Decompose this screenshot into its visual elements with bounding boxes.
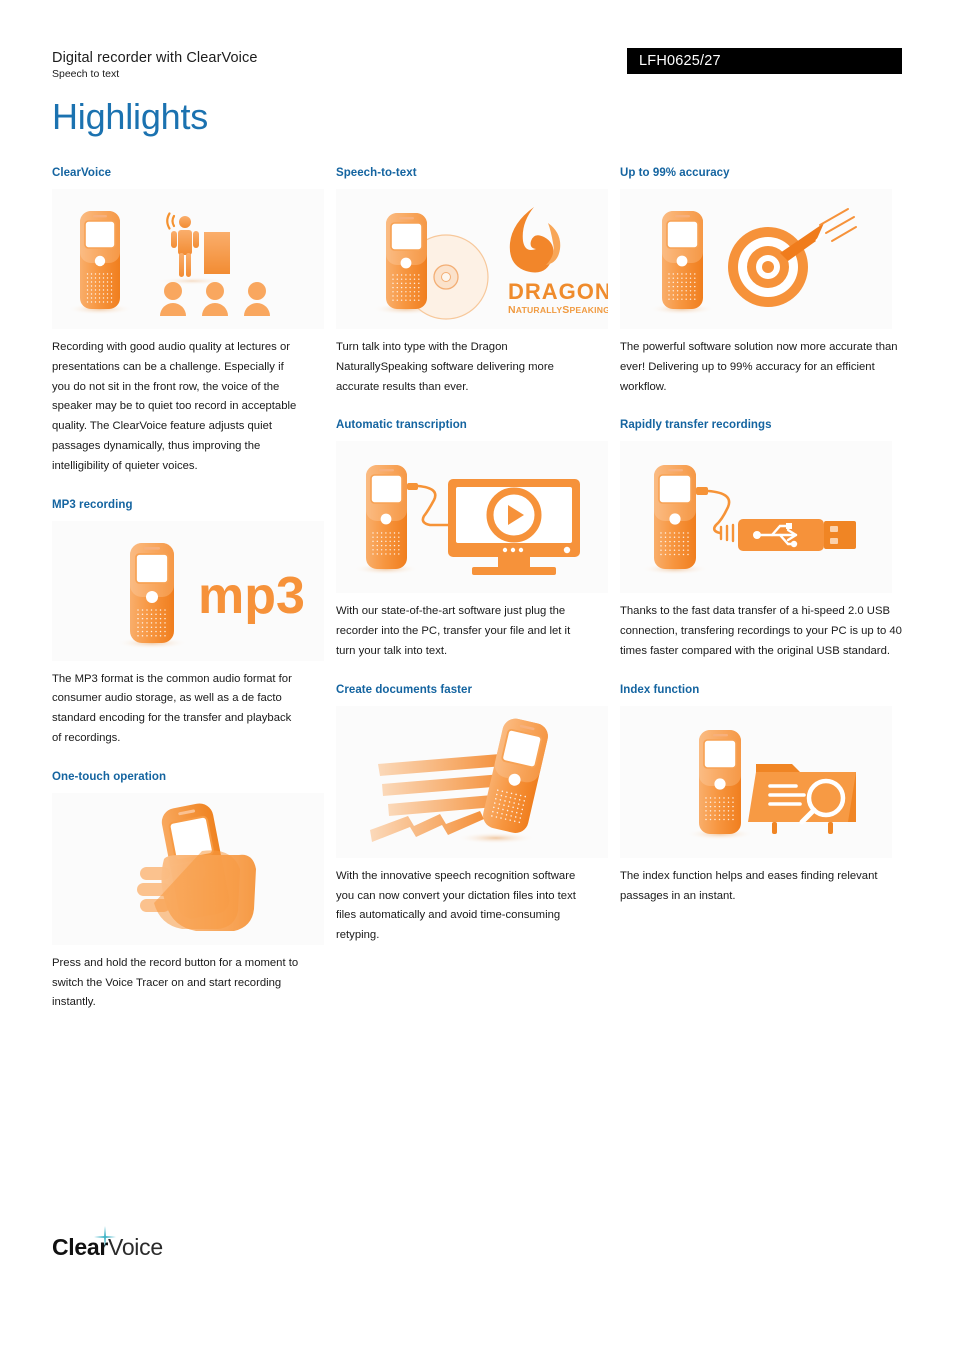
section-heading: Speech-to-text [336, 167, 417, 179]
section-body: With our state-of-the-art software just … [336, 605, 571, 657]
section-heading: Rapidly transfer recordings [620, 419, 772, 432]
section-clearvoice: ClearVoice Recording with good audio qua… [52, 166, 324, 477]
one-touch-illustration [52, 792, 324, 945]
sparkle-icon [94, 1226, 116, 1248]
folder-search-icon [748, 763, 856, 834]
section-heading: Index function [620, 683, 700, 696]
section-rapid-transfer: Rapidly transfer recordings Thanks to th… [620, 418, 904, 661]
page-title: Highlights [52, 96, 209, 137]
column-1: ClearVoice Recording with good audio qua… [52, 166, 336, 1034]
target-icon [728, 227, 808, 307]
section-body: With the innovative speech recognition s… [336, 869, 576, 942]
section-body: The powerful software solution now more … [620, 341, 898, 393]
section-speech-to-text: Speech-to-text DRAGON NATURALLYSPEAKING … [336, 166, 608, 397]
rapid-transfer-illustration [620, 441, 892, 594]
section-heading: Up to 99% accuracy [620, 167, 730, 179]
section-body: Thanks to the fast data transfer of a hi… [620, 605, 902, 657]
section-body: Turn talk into type with the Dragon Natu… [336, 341, 554, 393]
section-body: Recording with good audio quality at lec… [52, 341, 297, 472]
clearvoice-illustration [52, 189, 324, 329]
section-body: Press and hold the record button for a m… [52, 956, 299, 1009]
dragon-flame-icon [509, 207, 561, 273]
section-heading: ClearVoice [52, 167, 112, 179]
usb-connector-icon [738, 519, 856, 552]
section-heading: Automatic transcription [336, 419, 467, 432]
datasheet-page: Digital recorder with ClearVoice Speech … [0, 0, 954, 1350]
mp3-wordmark: mp3 [198, 567, 305, 625]
section-automatic-transcription: Automatic transcription With our state-o… [336, 418, 608, 661]
section-body: The index function helps and eases findi… [620, 869, 878, 902]
automatic-transcription-illustration [336, 441, 608, 594]
create-documents-faster-illustration [336, 705, 608, 858]
page-header: Digital recorder with ClearVoice Speech … [52, 48, 902, 90]
column-2: Speech-to-text DRAGON NATURALLYSPEAKING … [336, 166, 620, 1034]
dragon-wordmark: DRAGON [508, 279, 608, 304]
section-heading: One-touch operation [52, 770, 167, 783]
section-create-documents-faster: Create documents faster With the innovat… [336, 683, 608, 946]
accuracy-illustration [620, 189, 892, 329]
naturallyspeaking-wordmark: NATURALLYSPEAKING [508, 304, 608, 316]
section-index-function: Index function The index function helps … [620, 683, 904, 907]
section-mp3-recording: MP3 recording mp3 The MP3 format is the … [52, 498, 324, 749]
column-3: Up to 99% accuracy The powerful software… [620, 166, 904, 1034]
mp3-illustration: mp3 [52, 520, 324, 661]
highlights-columns: ClearVoice Recording with good audio qua… [52, 166, 904, 1034]
section-body: The MP3 format is the common audio forma… [52, 672, 292, 744]
section-heading: Create documents faster [336, 683, 472, 696]
section-one-touch-operation: One-touch operation Press and hold the r… [52, 770, 324, 1013]
speech-to-text-illustration: DRAGON NATURALLYSPEAKING [336, 189, 608, 329]
section-heading: MP3 recording [52, 498, 133, 511]
index-function-illustration [620, 705, 892, 858]
section-accuracy: Up to 99% accuracy The powerful software… [620, 166, 904, 397]
product-code-badge: LFH0625/27 [627, 48, 902, 74]
